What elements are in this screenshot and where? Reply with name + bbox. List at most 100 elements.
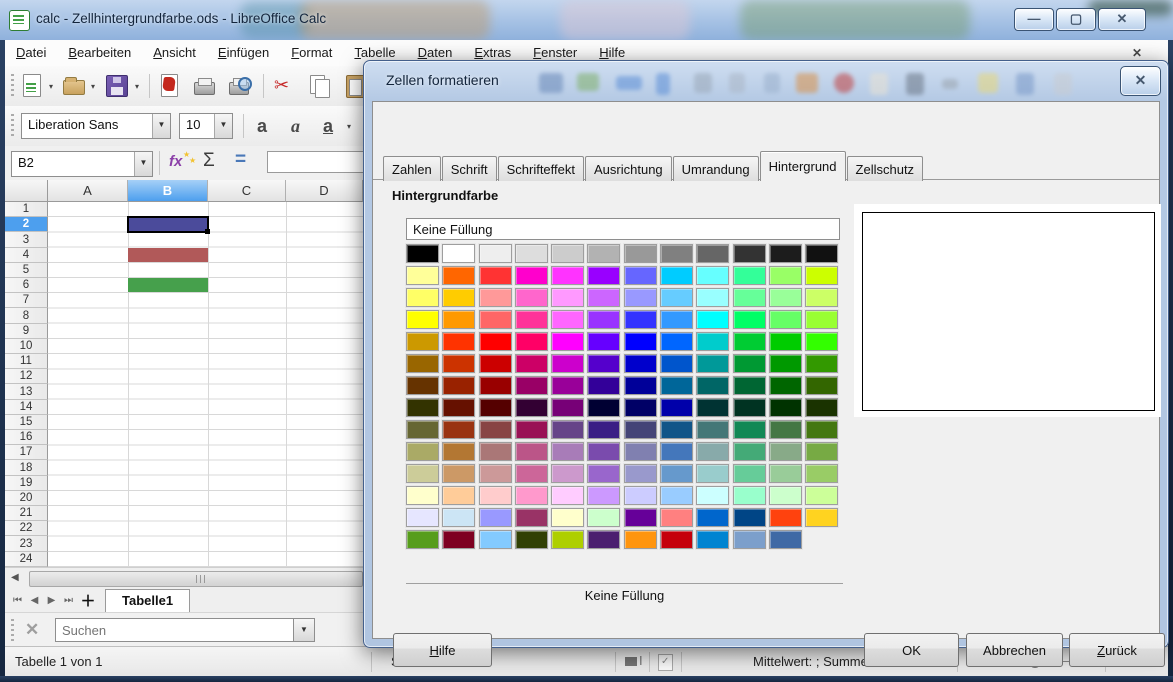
row-header-24[interactable]: 24 [5, 552, 48, 567]
color-swatch[interactable] [696, 530, 729, 549]
menu-item-einfügen[interactable]: Einfügen [207, 40, 280, 66]
select-all-corner[interactable] [5, 180, 48, 202]
new-dropdown-arrow[interactable]: ▾ [49, 82, 53, 91]
save-button[interactable] [104, 73, 130, 99]
close-find-bar-icon[interactable]: ✕ [25, 620, 39, 640]
insert-mode-icon[interactable]: I [639, 653, 643, 668]
color-swatch[interactable] [515, 486, 548, 505]
color-swatch[interactable] [624, 288, 657, 307]
color-swatch[interactable] [479, 288, 512, 307]
name-box[interactable]: B2 ▼ [11, 151, 153, 177]
color-swatch[interactable] [406, 420, 439, 439]
color-swatch[interactable] [551, 288, 584, 307]
menu-item-bearbeiten[interactable]: Bearbeiten [57, 40, 142, 66]
color-swatch[interactable] [551, 354, 584, 373]
color-swatch[interactable] [733, 376, 766, 395]
color-swatch[interactable] [479, 420, 512, 439]
color-swatch[interactable] [660, 508, 693, 527]
cell-b6[interactable] [128, 278, 208, 292]
color-swatch[interactable] [733, 530, 766, 549]
color-swatch[interactable] [587, 486, 620, 505]
color-swatch[interactable] [406, 288, 439, 307]
row-header-8[interactable]: 8 [5, 308, 48, 323]
color-swatch[interactable] [660, 442, 693, 461]
color-swatch[interactable] [660, 354, 693, 373]
font-name-combobox[interactable]: Liberation Sans ▼ [21, 113, 171, 139]
color-swatch[interactable] [551, 486, 584, 505]
color-swatch[interactable] [805, 464, 838, 483]
color-swatch[interactable] [479, 508, 512, 527]
row-header-22[interactable]: 22 [5, 521, 48, 536]
color-swatch[interactable] [479, 530, 512, 549]
color-swatch[interactable] [696, 508, 729, 527]
row-header-18[interactable]: 18 [5, 460, 48, 475]
close-document-icon[interactable]: ✕ [1129, 45, 1145, 61]
color-swatch[interactable] [805, 508, 838, 527]
color-swatch[interactable] [479, 376, 512, 395]
color-swatch[interactable] [624, 508, 657, 527]
formula-button[interactable]: = [235, 149, 246, 171]
row-header-13[interactable]: 13 [5, 384, 48, 399]
column-header-a[interactable]: A [48, 180, 128, 202]
color-swatch[interactable] [551, 244, 584, 263]
color-swatch[interactable] [406, 376, 439, 395]
color-swatch[interactable] [515, 508, 548, 527]
color-swatch[interactable] [551, 464, 584, 483]
color-swatch[interactable] [769, 354, 802, 373]
color-swatch[interactable] [769, 244, 802, 263]
color-swatch[interactable] [442, 354, 475, 373]
color-swatch[interactable] [479, 354, 512, 373]
open-button[interactable] [61, 73, 87, 99]
color-swatch[interactable] [406, 354, 439, 373]
color-swatch[interactable] [769, 376, 802, 395]
color-swatch[interactable] [733, 332, 766, 351]
color-swatch[interactable] [769, 332, 802, 351]
color-swatch[interactable] [769, 310, 802, 329]
first-sheet-button[interactable]: ⏮ [9, 595, 26, 606]
row-header-16[interactable]: 16 [5, 430, 48, 445]
color-swatch[interactable] [769, 288, 802, 307]
color-swatch[interactable] [479, 464, 512, 483]
color-swatch[interactable] [406, 508, 439, 527]
color-swatch[interactable] [515, 420, 548, 439]
color-swatch[interactable] [406, 332, 439, 351]
color-swatch[interactable] [406, 266, 439, 285]
color-swatch[interactable] [769, 508, 802, 527]
back-button[interactable]: Zurück [1069, 633, 1165, 667]
color-swatch[interactable] [660, 244, 693, 263]
color-swatch[interactable] [624, 464, 657, 483]
color-swatch[interactable] [696, 398, 729, 417]
close-button[interactable]: ✕ [1098, 8, 1146, 31]
dialog-close-button[interactable]: ✕ [1120, 66, 1161, 96]
color-swatch[interactable] [551, 530, 584, 549]
color-swatch[interactable] [805, 332, 838, 351]
color-swatch[interactable] [587, 244, 620, 263]
color-swatch[interactable] [406, 530, 439, 549]
color-swatch[interactable] [479, 244, 512, 263]
color-swatch[interactable] [733, 398, 766, 417]
minimize-button[interactable]: — [1014, 8, 1054, 31]
row-header-10[interactable]: 10 [5, 339, 48, 354]
color-swatch[interactable] [769, 420, 802, 439]
color-swatch[interactable] [442, 244, 475, 263]
color-swatch[interactable] [515, 464, 548, 483]
color-swatch[interactable] [660, 288, 693, 307]
color-swatch[interactable] [769, 486, 802, 505]
color-swatch[interactable] [479, 310, 512, 329]
column-header-b[interactable]: B [128, 180, 208, 202]
color-swatch[interactable] [769, 398, 802, 417]
color-swatch[interactable] [479, 398, 512, 417]
save-dropdown-arrow[interactable]: ▾ [135, 82, 139, 91]
color-swatch[interactable] [442, 486, 475, 505]
color-swatch[interactable] [551, 508, 584, 527]
toolbar-grip[interactable] [11, 74, 14, 98]
document-modified-icon[interactable]: ✓ [658, 654, 673, 671]
tab-hintergrund[interactable]: Hintergrund [760, 151, 846, 181]
color-swatch[interactable] [696, 376, 729, 395]
color-swatch[interactable] [733, 244, 766, 263]
cell-grid[interactable] [48, 202, 363, 567]
color-swatch[interactable] [733, 464, 766, 483]
color-swatch[interactable] [551, 332, 584, 351]
tab-schrifteffekt[interactable]: Schrifteffekt [498, 156, 584, 181]
color-swatch[interactable] [406, 310, 439, 329]
